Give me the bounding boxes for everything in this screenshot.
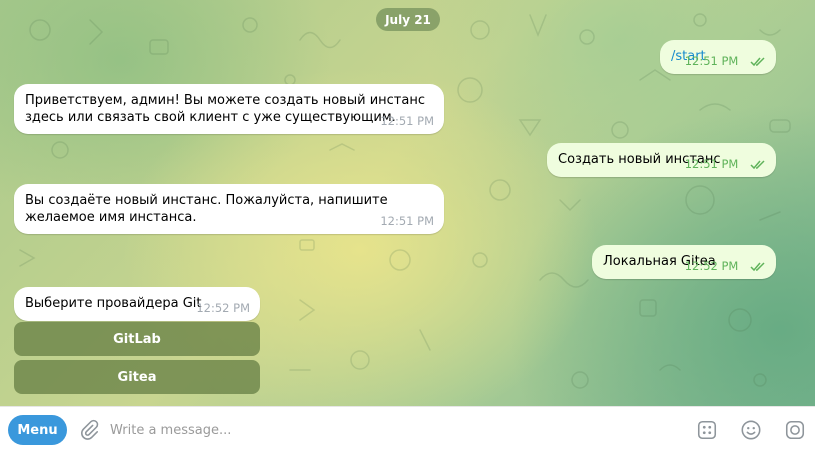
message-time: 12:51 PM: [380, 214, 434, 228]
date-chip: July 21: [376, 8, 440, 31]
chat-area: July 21 /start 12:51 PM Приветствуем, ад…: [0, 0, 815, 406]
double-check-icon: [750, 159, 765, 169]
message-text: Вы создаёте новый инстанс. Пожалуйста, н…: [25, 193, 388, 225]
message-time: 12:52 PM: [685, 260, 766, 273]
message-bubble-outgoing: Локальная Gitea 12:52 PM: [592, 245, 776, 279]
message-time: 12:51 PM: [380, 114, 434, 128]
message-bubble-outgoing[interactable]: /start 12:51 PM: [660, 40, 776, 74]
message-input[interactable]: [108, 415, 672, 445]
time-label: 12:51 PM: [684, 54, 739, 68]
message-bubble-incoming: Выберите провайдера Git 12:52 PM: [14, 287, 260, 321]
message-bubble-incoming: Приветствуем, админ! Вы можете создать н…: [14, 84, 444, 134]
message-time: 12:52 PM: [196, 301, 250, 315]
emoji-icon[interactable]: [738, 417, 764, 443]
menu-button[interactable]: Menu: [8, 415, 67, 445]
message-composer: Menu: [0, 406, 815, 450]
message-text: Приветствуем, админ! Вы можете создать н…: [25, 93, 425, 125]
keyboard-button-gitlab[interactable]: GitLab: [14, 322, 260, 356]
paperclip-icon[interactable]: [76, 417, 102, 443]
message-text: Выберите провайдера Git: [25, 296, 202, 311]
double-check-icon: [750, 261, 765, 271]
camera-icon[interactable]: [782, 417, 808, 443]
message-bubble-incoming: Вы создаёте новый инстанс. Пожалуйста, н…: [14, 184, 444, 234]
time-label: 12:52 PM: [684, 259, 739, 273]
message-time: 12:51 PM: [685, 158, 766, 171]
time-label: 12:51 PM: [684, 157, 739, 171]
double-check-icon: [750, 56, 765, 66]
keyboard-button-gitea[interactable]: Gitea: [14, 360, 260, 394]
message-bubble-outgoing: Создать новый инстанс 12:51 PM: [547, 143, 776, 177]
message-time: 12:51 PM: [685, 55, 766, 68]
commands-icon[interactable]: [694, 417, 720, 443]
